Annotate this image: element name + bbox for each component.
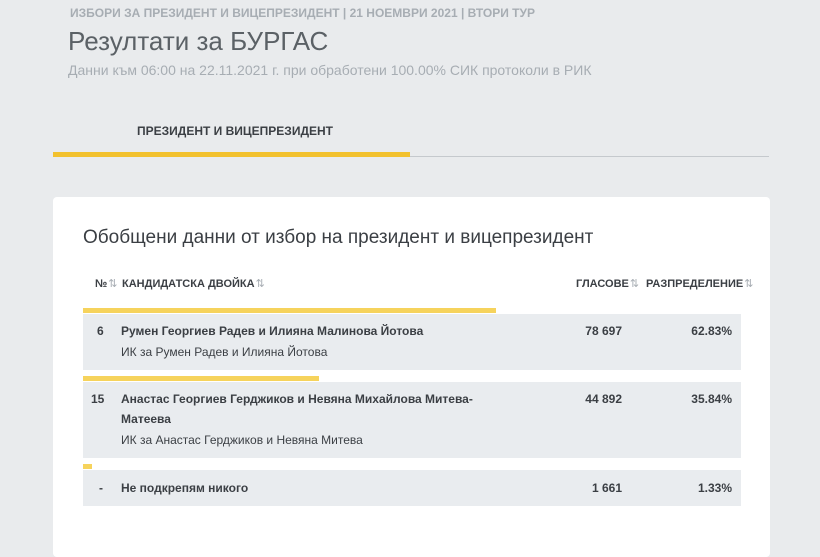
row-number: 15 [91,392,105,406]
share-value: 1.33% [697,481,732,495]
share-bar [83,308,496,313]
column-header-label: ГЛАСОВЕ [576,278,629,290]
table-row[interactable]: 6 Румен Георгиев Радев и Илияна Малинова… [83,314,741,370]
sort-icon: ⇅ [744,278,754,290]
column-header-candidate[interactable]: КАНДИДАТСКА ДВОЙКА⇅ [122,277,265,290]
row-number: - [99,481,103,495]
sort-icon: ⇅ [108,278,118,290]
share-value: 62.83% [691,324,732,338]
candidate-name: Анастас Георгиев Герджиков и Невяна Миха… [121,392,473,406]
tab-label: ПРЕЗИДЕНТ И ВИЦЕПРЕЗИДЕНТ [137,124,334,138]
sort-icon: ⇅ [629,278,640,290]
share-bar [83,376,319,381]
column-header-share[interactable]: РАЗПРЕДЕЛЕНИЕ⇅ [646,277,753,290]
candidate-name: Румен Георгиев Радев и Илияна Малинова Й… [121,324,424,338]
card-title: Обобщени данни от избор на президент и в… [83,227,594,248]
votes-value: 78 697 [585,324,622,338]
tab-president[interactable]: ПРЕЗИДЕНТ И ВИЦЕПРЕЗИДЕНТ [53,110,410,158]
column-header-votes[interactable]: ГЛАСОВЕ⇅ [576,277,639,290]
candidate-party: ИК за Анастас Герджиков и Невяна Митева [121,433,363,447]
candidate-name-continued: Матеева [121,412,171,426]
column-header-label: № [95,278,108,290]
column-header-label: РАЗПРЕДЕЛЕНИЕ [646,278,744,290]
sort-icon: ⇅ [255,278,265,290]
candidate-party: ИК за Румен Радев и Илияна Йотова [121,345,328,359]
votes-value: 44 892 [585,392,622,406]
candidate-name: Не подкрепям никого [121,481,249,495]
tab-divider [410,156,769,157]
table-row[interactable]: - Не подкрепям никого 1 661 1.33% [83,470,741,506]
column-header-label: КАНДИДАТСКА ДВОЙКА [122,278,255,290]
share-bar [83,464,92,469]
tab-bar: ПРЕЗИДЕНТ И ВИЦЕПРЕЗИДЕНТ [53,110,769,158]
table-row[interactable]: 15 Анастас Георгиев Герджиков и Невяна М… [83,382,741,458]
row-number: 6 [97,324,104,338]
page-subtitle: Данни към 06:00 на 22.11.2021 г. при обр… [68,62,592,78]
page-title: Резултати за БУРГАС [68,26,329,56]
votes-value: 1 661 [591,481,622,495]
active-tab-indicator [53,152,410,157]
breadcrumb: ИЗБОРИ ЗА ПРЕЗИДЕНТ И ВИЦЕПРЕЗИДЕНТ | 21… [70,6,535,20]
share-value: 35.84% [691,392,732,406]
results-card: Обобщени данни от избор на президент и в… [53,197,770,557]
column-header-num[interactable]: №⇅ [95,277,117,290]
